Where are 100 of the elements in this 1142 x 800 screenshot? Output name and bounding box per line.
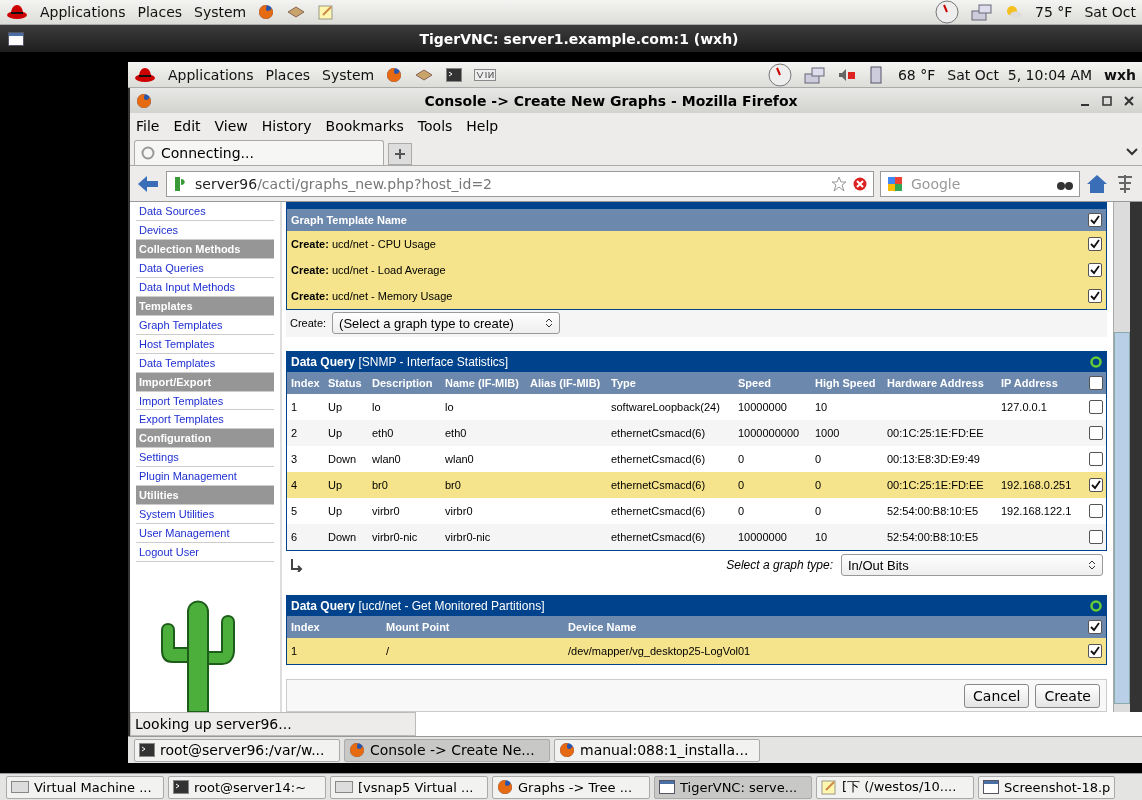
taskbar-item[interactable]: root@server96:/var/w...	[134, 738, 340, 762]
table-cell-text: 52:54:00:B8:10:E5	[887, 504, 980, 517]
taskbar-item[interactable]: TigerVNC: serve...	[654, 775, 812, 799]
sidebar-link[interactable]: Devices	[136, 220, 274, 240]
checkbox[interactable]	[1089, 503, 1103, 518]
checkbox[interactable]	[1088, 620, 1102, 635]
table-cell-text: 10	[815, 530, 829, 543]
weather-text: 68 °F	[897, 66, 936, 83]
taskbar-item[interactable]: root@server14:~	[168, 775, 326, 799]
menu-item[interactable]: Edit	[173, 117, 201, 134]
muted-speaker-icon	[837, 67, 856, 82]
sidebar-link[interactable]: Data Templates	[136, 353, 274, 373]
checkbox[interactable]	[1088, 644, 1102, 659]
taskbar-item[interactable]: [vsnap5 Virtual ...	[330, 775, 488, 799]
panel-menu[interactable]: Places	[137, 4, 183, 20]
redhat-icon	[134, 65, 156, 84]
taskbar-item[interactable]: Screenshot-18.p	[978, 775, 1116, 799]
taskbar-item[interactable]: Virtual Machine ...	[6, 775, 164, 799]
panel-menu[interactable]: Applications	[168, 66, 254, 83]
taskbar-item[interactable]: [下 (/westos/10....	[816, 775, 974, 799]
query-title: Data Query [ucd/net - Get Monitored Partitions]	[291, 599, 545, 614]
user-name[interactable]: wxh	[1104, 66, 1136, 83]
back-arrow-icon[interactable]	[136, 173, 160, 194]
table-cell-text: 1000	[815, 426, 841, 439]
table-cell-text: 192.168.0.251	[1001, 478, 1073, 491]
column-header: Speed	[738, 376, 772, 389]
network-icon	[971, 3, 994, 21]
menu-item[interactable]: Bookmarks	[325, 117, 404, 134]
checkbox[interactable]	[1088, 237, 1102, 251]
sidebar-link[interactable]: Logout User	[136, 543, 274, 563]
sidebar-link[interactable]: Import Templates	[136, 391, 274, 411]
sidebar-link[interactable]: Data Input Methods	[136, 277, 274, 297]
sidebar-link[interactable]: Settings	[136, 448, 274, 468]
sidebar-link[interactable]: Data Sources	[136, 202, 274, 221]
column-header: Name (IF-MIB)	[445, 376, 520, 389]
column-header: Mount Point	[386, 621, 451, 634]
menu-item[interactable]: View	[214, 117, 248, 134]
graph-type-select[interactable]: (Select a graph type to create)	[332, 312, 561, 335]
menu-item[interactable]: History	[261, 117, 312, 134]
table-cell-text: Up	[328, 426, 344, 439]
browser-tab[interactable]: Connecting...	[134, 140, 384, 165]
column-header: Status	[328, 376, 363, 389]
checkbox[interactable]	[1088, 289, 1102, 303]
maximize-button[interactable]	[1100, 93, 1114, 108]
table-cell-text: eth0	[372, 426, 395, 439]
menu-item[interactable]: Help	[466, 117, 499, 134]
loading-icon	[141, 146, 155, 160]
search-box[interactable]: Google	[880, 170, 1080, 197]
checkbox[interactable]	[1089, 375, 1103, 390]
monitor-icon	[11, 781, 29, 793]
sidebar-link[interactable]: Host Templates	[136, 334, 274, 354]
table-cell-text: 127.0.0.1	[1001, 400, 1048, 413]
column-header: Index	[291, 376, 321, 389]
sidebar-link[interactable]: User Management	[136, 524, 274, 544]
table-cell-text: ethernetCsmacd(6)	[611, 426, 707, 439]
chevron-down-icon[interactable]	[1126, 147, 1138, 157]
table-cell-text: Down	[328, 452, 358, 465]
checkbox[interactable]	[1089, 399, 1103, 414]
panel-menu[interactable]: Applications	[40, 4, 126, 20]
create-button[interactable]: Create	[1035, 683, 1100, 708]
checkbox[interactable]	[1089, 477, 1103, 492]
home-icon[interactable]	[1086, 173, 1108, 194]
checkbox[interactable]	[1088, 213, 1102, 227]
redhat-icon	[6, 3, 28, 21]
clock-text: Sat Oct	[1084, 4, 1136, 20]
stop-icon[interactable]	[853, 176, 867, 191]
table-cell-text: virbr0-nic	[445, 530, 492, 543]
panel-menu[interactable]: Places	[265, 66, 311, 83]
menu-item[interactable]: File	[136, 117, 160, 134]
checkbox[interactable]	[1089, 425, 1103, 440]
close-button[interactable]	[1122, 93, 1136, 108]
cancel-button[interactable]: Cancel	[964, 683, 1030, 708]
table-cell-text: 00:13:E8:3D:E9:49	[887, 452, 981, 465]
search-field[interactable]: Google	[909, 174, 1051, 193]
url-field[interactable]: server96/cacti/graphs_new.php?host_id=2	[166, 170, 874, 197]
panel-menu[interactable]: System	[322, 66, 375, 83]
menu-item[interactable]: Tools	[417, 117, 453, 134]
taskbar-item[interactable]: Graphs -> Tree ...	[492, 775, 650, 799]
checkbox[interactable]	[1089, 451, 1103, 466]
new-tab-button[interactable]	[388, 143, 412, 165]
table-cell-text: 1	[291, 645, 299, 658]
table-cell-text: Up	[328, 478, 344, 491]
table-cell-text: virbr0	[445, 504, 474, 517]
checkbox[interactable]	[1089, 529, 1103, 544]
sidebar-link[interactable]: Graph Templates	[136, 315, 274, 335]
scrollbar-thumb[interactable]	[1114, 332, 1130, 704]
taskbar-item[interactable]: manual:088:1_installa...	[554, 738, 760, 762]
terminal-icon	[446, 67, 463, 82]
column-header: Type	[611, 376, 637, 389]
taskbar-item[interactable]: Console -> Create Ne...	[344, 738, 550, 762]
checkbox[interactable]	[1088, 263, 1102, 277]
panel-menu[interactable]: System	[194, 4, 247, 20]
star-icon[interactable]	[831, 175, 847, 192]
search-engine-icon	[887, 175, 903, 192]
corner-arrow-icon	[290, 558, 304, 573]
sidebar-link[interactable]: System Utilities	[136, 505, 274, 525]
sidebar-link[interactable]: Data Queries	[136, 258, 274, 278]
graph-type-select[interactable]: In/Out Bits	[841, 554, 1103, 577]
ring-icon	[1090, 355, 1102, 368]
table-cell-text: /dev/mapper/vg_desktop25-LogVol01	[568, 645, 752, 658]
